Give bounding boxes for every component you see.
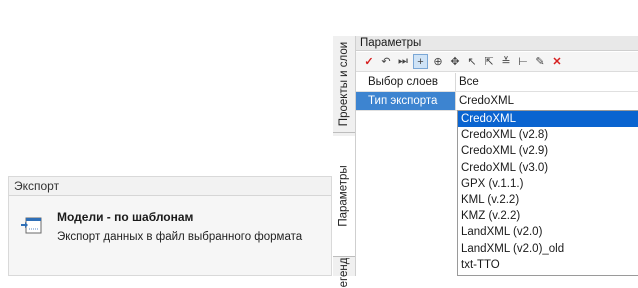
eyedropper-icon[interactable]: ✎ [533,55,547,69]
param-label: Выбор слоев [356,73,456,91]
check-icon[interactable]: ✓ [362,55,376,69]
select-arrow-icon[interactable]: ↖ [465,55,479,69]
export-type-select[interactable]: CredoXML [456,92,638,110]
dropdown-option[interactable]: LandXML (v2.0) [458,224,638,240]
move-alt-icon[interactable]: ✥ [448,55,462,69]
export-item-title: Модели - по шаблонам [57,210,194,224]
dropdown-option[interactable]: CredoXML [458,111,638,128]
parameters-grid: Выбор слоев Все Тип экспорта CredoXML [356,73,638,111]
vertical-tab-strip: Проекты и слои Параметры Легенда [333,36,356,288]
tab-parameters[interactable]: Параметры [333,136,355,257]
export-file-icon [21,217,42,234]
close-icon[interactable]: ✕ [550,55,564,69]
export-item-description: Экспорт данных в файл выбранного формата [57,231,303,243]
export-panel: Экспорт Модели - по шаблонам Экспорт дан… [8,176,332,276]
tab-parameters-label: Параметры [338,165,350,227]
dropdown-option[interactable]: txt-TTO [458,257,638,273]
parameters-panel-title: Параметры [356,36,638,51]
dropdown-option[interactable]: LandXML (v2.0)_old [458,241,638,257]
dropdown-option[interactable]: CredoXML (v2.8) [458,127,638,143]
param-row-export-type[interactable]: Тип экспорта CredoXML [356,92,638,111]
dropdown-option[interactable]: CredoXML (v3.0) [458,160,638,176]
crosshair-icon[interactable]: + [413,54,428,69]
param-label: Тип экспорта [356,92,456,110]
dropdown-option[interactable]: KMZ (v.2.2) [458,208,638,224]
tab-projects-layers[interactable]: Проекты и слои [333,36,355,133]
param-value[interactable]: Все [456,73,638,91]
export-panel-header: Экспорт [9,177,331,196]
parameters-toolbar: ✓ ↶ ⏭ + ⊕ ✥ ↖ ⇱ ≚ ⊢ ✎ ✕ [356,52,638,72]
export-type-dropdown[interactable]: CredoXML CredoXML (v2.8) CredoXML (v2.9)… [457,110,638,276]
skip-icon[interactable]: ⏭ [396,55,410,69]
dropdown-option[interactable]: GPX (v.1.1.) [458,176,638,192]
select-text-icon[interactable]: ⇱ [482,55,496,69]
dropdown-option[interactable]: KML (v.2.2) [458,192,638,208]
align-icon[interactable]: ≚ [499,55,513,69]
export-template-item[interactable]: Модели - по шаблонам Экспорт данных в фа… [9,203,331,249]
tab-projects-layers-label: Проекты и слои [338,41,350,127]
undo-icon[interactable]: ↶ [379,55,393,69]
param-row-layers[interactable]: Выбор слоев Все [356,73,638,92]
dropdown-option[interactable]: CredoXML (v2.9) [458,143,638,159]
split-icon[interactable]: ⊢ [516,55,530,69]
move-icon[interactable]: ⊕ [431,55,445,69]
